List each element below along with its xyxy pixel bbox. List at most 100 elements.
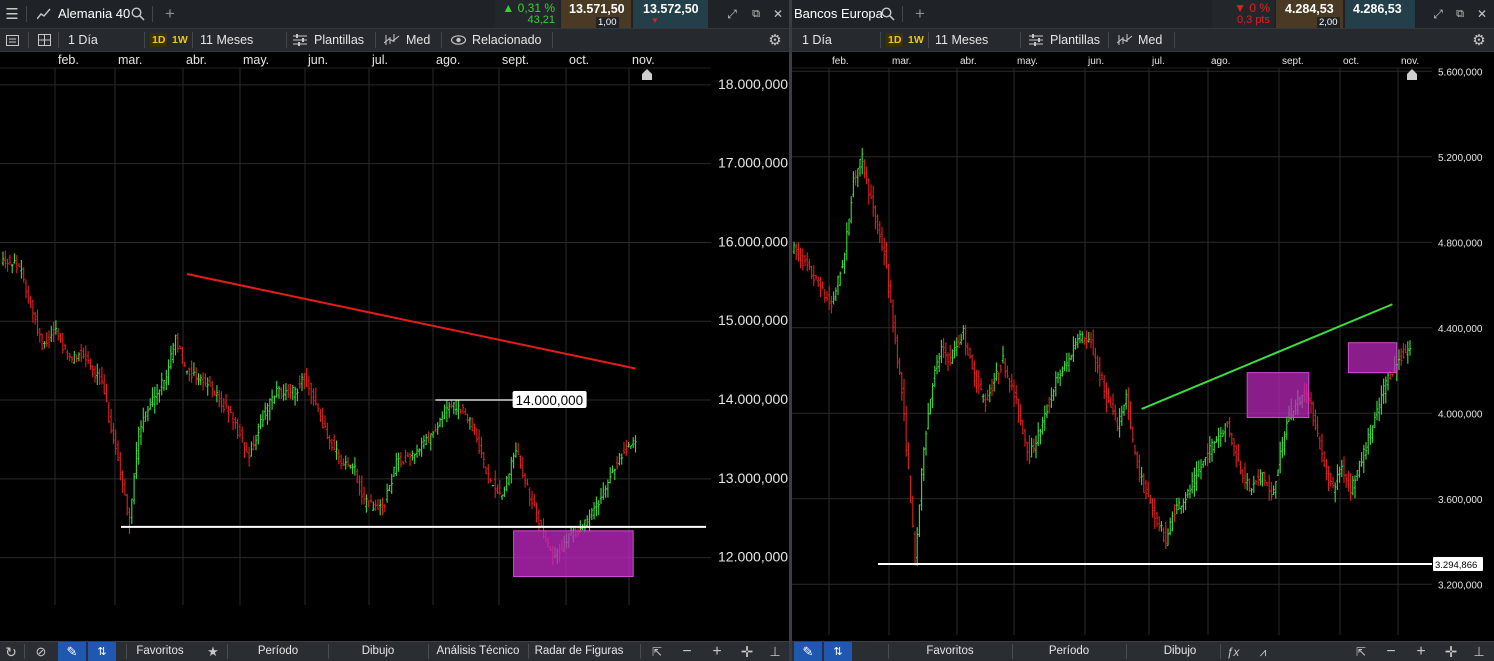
search-icon[interactable] [878,4,898,24]
detach-icon[interactable]: ⧉ [1452,6,1468,22]
close-icon[interactable]: ✕ [770,6,786,22]
move-button[interactable]: ⇅ [824,642,852,661]
month-label: oct. [1343,56,1359,67]
drawing-button[interactable]: Dibujo [1130,642,1230,661]
technical-analysis-button[interactable]: Análisis Técnico [430,642,526,661]
spread-value: 1,00 [596,17,619,28]
refresh-icon[interactable]: ↻ [2,643,20,661]
detach-icon[interactable]: ⧉ [748,6,764,22]
y-tick-label: 4.800,000 [1438,238,1483,249]
pin-icon[interactable]: ⊥ [1470,643,1488,661]
month-label: ago. [436,53,460,67]
block-icon[interactable]: ⊘ [32,643,50,661]
indicator-button[interactable]: Med [406,33,430,47]
chart-toolbar: 1 Día 1D 1W 11 Meses Plantillas Med ⚙ [792,29,1494,52]
month-label: mar. [892,56,911,67]
level-label: 14.000,000 [516,393,584,408]
pencil-button[interactable]: ✎ [58,642,86,661]
month-label: jul. [371,53,388,67]
indicator-chart-icon[interactable]: ⩘ [1254,643,1272,661]
settings-gear-icon[interactable]: ⚙ [766,31,784,49]
fit-icon[interactable]: ⇱ [1352,643,1370,661]
star-icon[interactable]: ★ [204,643,222,661]
menu-icon[interactable]: ☰ [0,0,24,28]
month-label: nov. [632,53,655,67]
timeframe-1d-button[interactable]: 1D [150,33,168,47]
month-label: may. [243,53,269,67]
period-button[interactable]: Período [1016,642,1122,661]
highlight-box [1347,342,1398,374]
pencil-button[interactable]: ✎ [794,642,822,661]
pattern-radar-button[interactable]: Radar de Figuras [530,642,628,661]
y-tick-label: 13.000,000 [718,470,788,486]
change-box: ▼ 0 % 0,3 pts [1212,0,1274,28]
templates-button[interactable]: Plantillas [314,33,364,47]
price-chart-right[interactable]: feb. mar. abr. may. jun. jul. ago. sept. oct. nov… [792,52,1494,642]
sell-price: 4.284,53 [1285,2,1334,16]
month-label: feb. [832,56,849,67]
month-label: nov. [1401,56,1419,67]
month-label: oct. [569,53,589,67]
month-axis-bg [792,52,1432,68]
add-tab-icon[interactable]: + [910,4,930,24]
close-icon[interactable]: ✕ [1474,6,1490,22]
expand-icon[interactable]: ⤢ [724,6,740,22]
pin-icon[interactable]: ⊥ [766,643,784,661]
crosshair-icon[interactable]: ✛ [1442,643,1460,661]
price-chart-left[interactable]: feb. mar. abr. may. jun. jul. ago. sept. oct. nov… [0,52,789,642]
settings-gear-icon[interactable]: ⚙ [1470,31,1488,49]
buy-price-box[interactable]: 13.572,50 ▼ [633,0,708,28]
y-tick-label: 3.600,000 [1438,495,1483,506]
interval-selector[interactable]: 1 Día [68,33,98,47]
buy-arrow-icon: ▼ [651,16,659,25]
period-button[interactable]: Período [230,642,326,661]
zoom-out-icon[interactable]: − [1382,643,1400,661]
instrument-name[interactable]: Alemania 40 [58,6,130,21]
month-label: abr. [186,53,207,67]
y-tick-label: 15.000,000 [718,312,788,328]
templates-button[interactable]: Plantillas [1050,33,1100,47]
zoom-out-icon[interactable]: − [678,643,696,661]
drawing-button[interactable]: Dibujo [330,642,426,661]
buy-price-box[interactable]: 4.286,53 [1345,0,1415,28]
month-label: abr. [960,56,977,67]
month-label: jun. [1087,56,1104,67]
y-tick-label: 4.400,000 [1438,324,1483,335]
interval-selector[interactable]: 1 Día [802,33,832,47]
search-icon[interactable] [128,4,148,24]
month-axis-bg [0,52,711,68]
change-percent: ▼ 0 % [1234,1,1270,15]
change-box: ▲ 0,31 % 43,21 [495,0,559,28]
sell-price: 13.571,50 [569,2,625,16]
range-selector[interactable]: 11 Meses [200,33,253,47]
zoom-in-icon[interactable]: + [1412,643,1430,661]
add-tab-icon[interactable]: + [160,4,180,24]
timeframe-1w-button[interactable]: 1W [908,33,924,47]
timeframe-1w-button[interactable]: 1W [172,33,188,47]
move-button[interactable]: ⇅ [88,642,116,661]
favorites-button[interactable]: Favoritos [892,642,1008,661]
indicator-icon [383,32,401,48]
crosshair-icon[interactable]: ✛ [738,643,756,661]
instrument-name[interactable]: Bancos Europa [794,6,883,21]
fx-icon[interactable]: ƒx [1224,643,1242,661]
chart-toolbar: 1 Día 1D 1W 11 Meses Plantillas Med Rela… [0,29,789,52]
indicator-button[interactable]: Med [1138,33,1162,47]
fit-icon[interactable]: ⇱ [648,643,666,661]
highlight-box [513,530,634,578]
zoom-in-icon[interactable]: + [708,643,726,661]
favorites-button[interactable]: Favoritos [130,642,190,661]
layout-grid-icon[interactable] [36,32,52,48]
templates-icon [292,32,308,48]
eye-icon [450,32,466,48]
related-button[interactable]: Relacionado [472,33,542,47]
change-points: 43,21 [527,14,555,26]
pencil-icon: ✎ [802,643,814,659]
expand-icon[interactable]: ⤢ [1430,6,1446,22]
list-icon[interactable] [4,32,20,48]
timeframe-1d-button[interactable]: 1D [886,33,904,47]
y-tick-label: 5.600,000 [1438,67,1483,78]
bottom-toolbar: ↻ ⊘ ✎ ⇅ Favoritos ★ Período Dibujo Análi… [0,641,789,661]
change-points: 0,3 pts [1236,14,1270,26]
range-selector[interactable]: 11 Meses [935,33,988,47]
